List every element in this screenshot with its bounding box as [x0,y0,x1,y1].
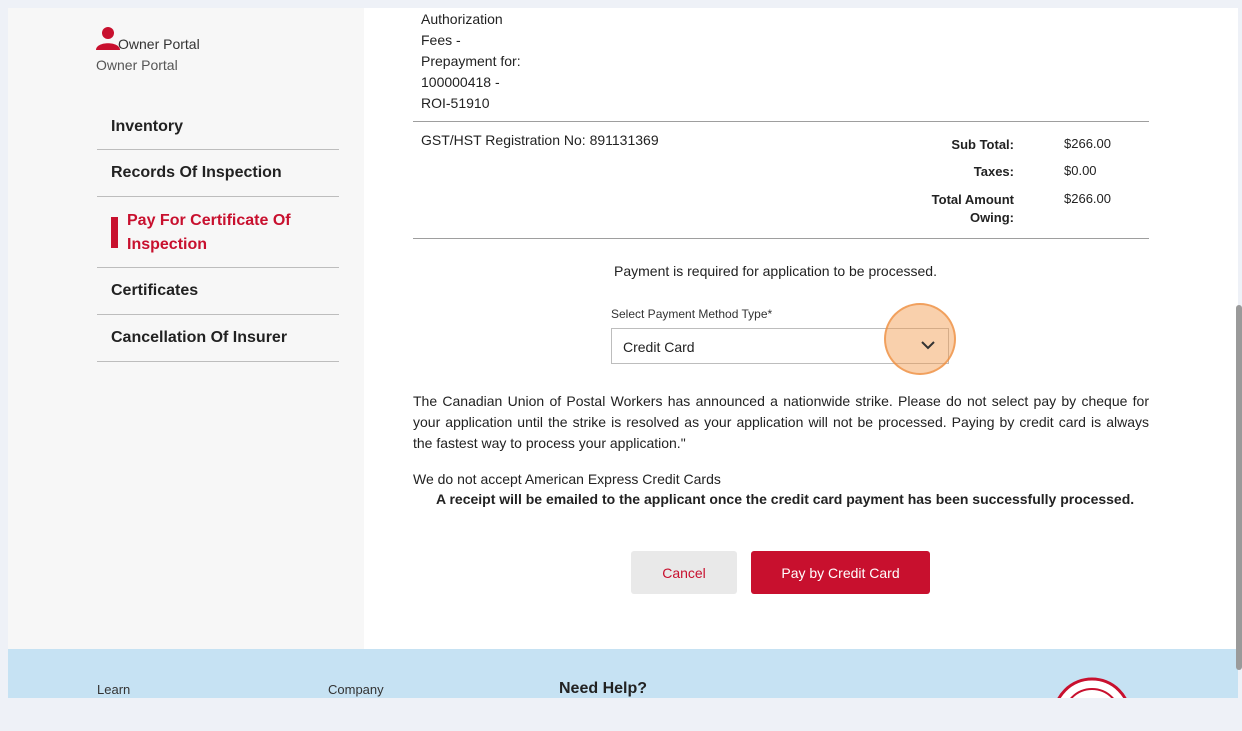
payment-method-value: Credit Card [623,339,695,355]
sidebar-item-cancellation-of-insurer[interactable]: Cancellation Of Insurer [97,315,339,362]
sidebar-nav: Inventory Records Of Inspection Pay For … [97,108,339,362]
seal-logo [1057,677,1127,698]
divider [413,121,1149,122]
vertical-scrollbar[interactable] [1236,305,1242,670]
description-line: Authorization [421,11,503,27]
total-owing-value: $266.00 [1064,191,1111,206]
footer-company-heading: Company [328,682,384,697]
description-line: Fees - [421,32,461,48]
receipt-notice: A receipt will be emailed to the applica… [436,491,1135,507]
description-line: 100000418 - [421,74,500,90]
taxes-value: $0.00 [1064,163,1097,178]
footer-help-heading: Need Help? [559,680,648,697]
sidebar-item-label: Pay For Certificate Of Inspection [127,212,291,253]
sub-total-value: $266.00 [1064,136,1111,151]
footer-learn-heading: Learn [97,682,131,697]
pay-by-credit-card-button[interactable]: Pay by Credit Card [751,551,930,594]
description-line: ROI-51910 [421,95,490,111]
total-label-line: Total Amount [931,192,1014,207]
portal-subtitle: Owner Portal [96,57,178,73]
main-content: Authorization Fees - Prepayment for: 100… [364,8,1238,649]
gst-registration: GST/HST Registration No: 891131369 [421,132,659,148]
app-frame: Owner Portal Owner Portal Inventory Reco… [8,8,1238,698]
strike-notice: The Canadian Union of Postal Workers has… [413,393,1149,451]
amex-notice: We do not accept American Express Credit… [413,471,721,487]
sidebar: Owner Portal Owner Portal Inventory Reco… [8,8,364,649]
sidebar-item-records-of-inspection[interactable]: Records Of Inspection [97,150,339,197]
invoice-description: Authorization Fees - Prepayment for: 100… [421,9,521,114]
person-icon [96,27,120,50]
description-line: Prepayment for: [421,53,521,69]
total-label-line: Owing: [969,210,1014,225]
payment-required-notice: Payment is required for application to b… [614,263,937,279]
total-owing-label: Total Amount Owing: [854,191,1014,227]
taxes-label: Taxes: [973,164,1014,179]
sub-total-label: Sub Total: [951,137,1014,152]
portal-name: Owner Portal [118,36,200,52]
footer: Learn Company Need Help? [8,649,1238,698]
cancel-button[interactable]: Cancel [631,551,737,594]
active-indicator [111,217,118,248]
sidebar-item-pay-for-certificate[interactable]: Pay For Certificate Of Inspection [97,197,339,268]
divider [413,238,1149,239]
sidebar-item-certificates[interactable]: Certificates [97,268,339,315]
payment-method-label: Select Payment Method Type* [611,307,773,321]
click-highlight [884,303,956,375]
sidebar-item-inventory[interactable]: Inventory [97,108,339,150]
chevron-down-icon[interactable] [920,340,936,350]
